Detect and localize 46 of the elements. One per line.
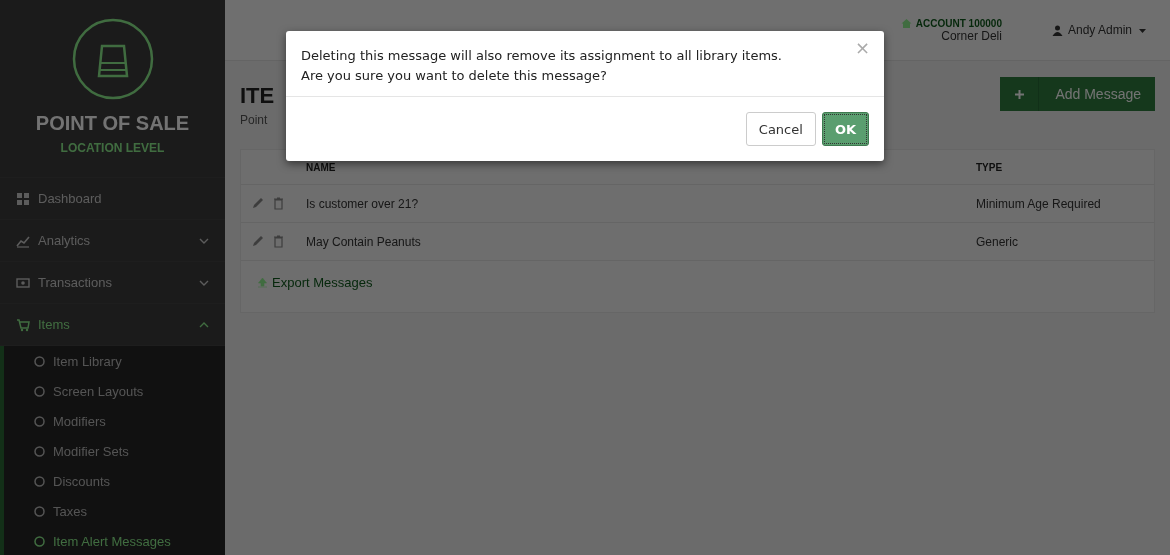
- sidebar-subitem[interactable]: Modifier Sets: [4, 436, 225, 466]
- sidebar-subitem[interactable]: Discounts: [4, 466, 225, 496]
- user-icon: [1051, 24, 1063, 36]
- circle-icon: [34, 505, 45, 517]
- trash-icon[interactable]: [272, 235, 285, 248]
- pencil-icon[interactable]: [251, 197, 264, 210]
- circle-icon: [34, 385, 45, 397]
- sidebar-subitem[interactable]: Screen Layouts: [4, 376, 225, 406]
- table-cell-text: Is customer over 21?: [306, 196, 420, 211]
- column-header: TYPE: [976, 161, 1004, 173]
- location-name: Corner Deli: [941, 28, 1002, 43]
- sidebar-subitem[interactable]: Item Library: [4, 346, 225, 376]
- dialog-message: Deleting this message will also remove its assignment to all library items.: [301, 47, 783, 65]
- nav-icon: [16, 275, 30, 290]
- page-title: ITE: [240, 83, 275, 109]
- circle-icon: [34, 535, 45, 547]
- export-link[interactable]: Export Messages: [272, 275, 373, 290]
- cancel-button[interactable]: Cancel: [745, 112, 816, 146]
- brand-subtitle: LOCATION LEVEL: [60, 141, 165, 155]
- circle-icon: [34, 415, 45, 427]
- circle-icon: [34, 445, 45, 457]
- account-number: ACCOUNT 100000: [915, 17, 1002, 29]
- add-message-button[interactable]: Add Message: [1000, 77, 1155, 111]
- sidebar-subitem[interactable]: Item Alert Messages: [4, 526, 225, 555]
- close-button[interactable]: ×: [854, 37, 870, 58]
- register-logo-icon: [71, 18, 154, 100]
- page-subtitle: Point: [240, 113, 269, 127]
- sidebar-subitem[interactable]: Modifiers: [4, 406, 225, 436]
- ok-button[interactable]: OK: [821, 112, 869, 146]
- upload-icon: [257, 277, 268, 288]
- table-cell-text: Generic: [976, 234, 1020, 249]
- nav-icon: [16, 191, 30, 206]
- user-menu[interactable]: Andy Admin: [1051, 23, 1148, 37]
- circle-icon: [34, 355, 45, 367]
- dialog-message: Are you sure you want to delete this message?: [301, 67, 608, 85]
- table-cell-text: May Contain Peanuts: [306, 234, 422, 249]
- table-cell-text: Minimum Age Required: [976, 196, 1102, 211]
- column-header: NAME: [306, 161, 337, 173]
- trash-icon[interactable]: [272, 197, 285, 210]
- nav-icon: [16, 317, 30, 332]
- home-icon: [900, 17, 912, 29]
- sidebar-subitem[interactable]: Taxes: [4, 496, 225, 526]
- brand-title: POINT OF SALE: [35, 112, 190, 135]
- plus-icon: [1013, 88, 1025, 100]
- pencil-icon[interactable]: [251, 235, 264, 248]
- circle-icon: [34, 475, 45, 487]
